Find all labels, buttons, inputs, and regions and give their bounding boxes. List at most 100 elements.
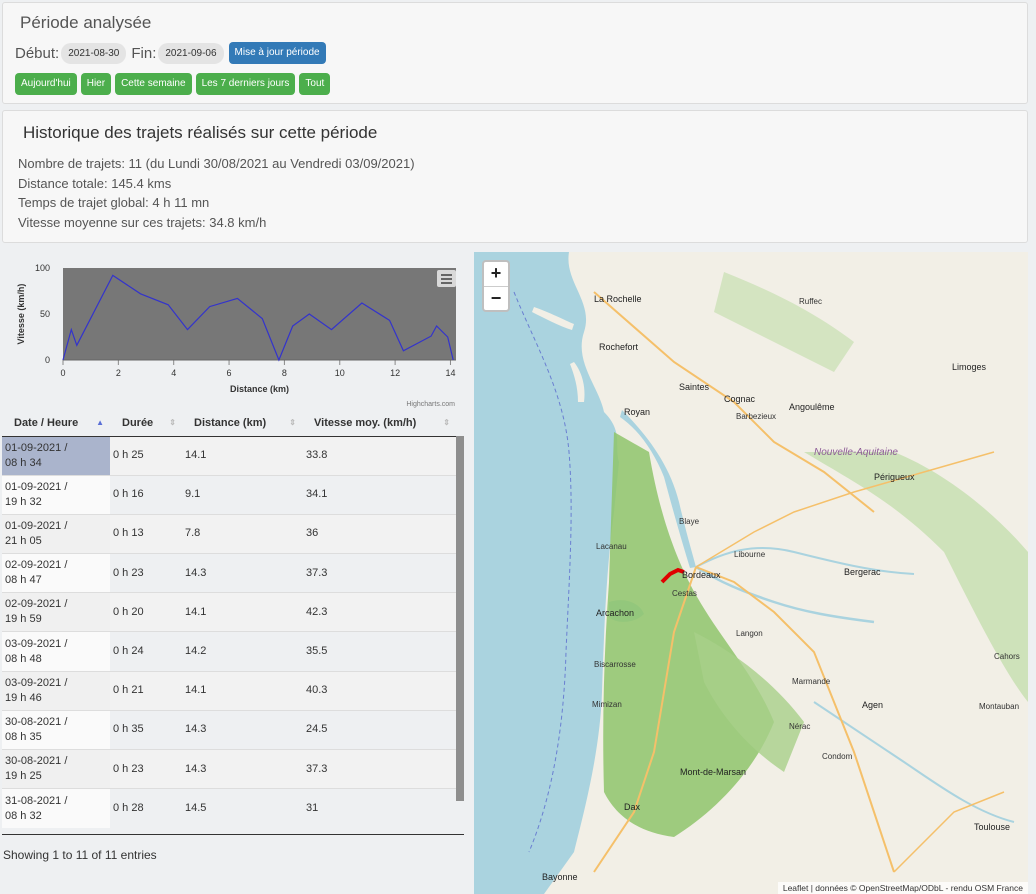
quick-range-buttons: Aujourd'hui Hier Cette semaine Les 7 der… <box>15 73 331 95</box>
cell-line: 7.8 <box>185 527 201 540</box>
today-button[interactable]: Aujourd'hui <box>15 73 77 95</box>
total-distance: Distance totale: 145.4 kms <box>18 175 172 191</box>
table-row[interactable]: 31-08-2021 / 08 h 32 0 h 28 14.5 31 <box>2 788 456 828</box>
cell-speed: 31 <box>302 788 456 828</box>
cell-line: 01-09-2021 / <box>5 480 68 493</box>
cell-line: 0 h 24 <box>113 645 144 658</box>
x-tick-label: 2 <box>116 368 121 378</box>
map-place-label: Blaye <box>679 517 700 526</box>
table-row[interactable]: 03-09-2021 / 08 h 48 0 h 24 14.2 35.5 <box>2 631 456 672</box>
cell-line: 30-08-2021 / <box>5 755 68 768</box>
map-place-label: Cestas <box>672 589 697 598</box>
cell-line: 31-08-2021 / <box>5 794 68 807</box>
cell-line: 9.1 <box>185 488 201 501</box>
zoom-control: + − <box>482 260 510 312</box>
sort-asc-icon: ▲ <box>96 418 104 427</box>
x-tick-label: 14 <box>445 368 455 378</box>
cell-line: 02-09-2021 / <box>5 559 68 572</box>
cell-distance: 14.3 <box>182 709 302 750</box>
cell-line: 0 h 16 <box>113 488 144 501</box>
yesterday-button[interactable]: Hier <box>80 73 112 95</box>
chart-menu-icon[interactable] <box>437 270 456 287</box>
header-speed[interactable]: Vitesse moy. (km/h) ⇕ <box>302 411 456 437</box>
cell-line-2: 19 h 25 <box>5 770 42 783</box>
cell-date: 03-09-2021 / 19 h 46 <box>2 670 110 711</box>
cell-line: 33.8 <box>306 449 328 462</box>
map-place-label: Langon <box>736 629 763 638</box>
map-attribution[interactable]: Leaflet | données © OpenStreetMap/ODbL -… <box>777 882 1028 894</box>
map-place-label: Agen <box>862 700 884 710</box>
cell-speed: 35.5 <box>302 631 456 672</box>
this-week-button[interactable]: Cette semaine <box>115 73 192 95</box>
map-place-label: Royan <box>624 407 651 417</box>
cell-line: 0 h 21 <box>113 684 144 697</box>
table-row[interactable]: 03-09-2021 / 19 h 46 0 h 21 14.1 40.3 <box>2 670 456 711</box>
cell-duration: 0 h 21 <box>110 670 182 711</box>
table-row[interactable]: 01-09-2021 / 21 h 05 0 h 13 7.8 36 <box>2 513 456 554</box>
start-label: Début: <box>15 44 60 62</box>
map[interactable]: La Rochelle Rochefort Royan Saintes Cognac An… <box>474 252 1028 894</box>
last-7-days-button[interactable]: Les 7 derniers jours <box>195 73 296 95</box>
cell-date: 03-09-2021 / 08 h 48 <box>2 631 110 672</box>
map-place-label: Cognac <box>724 394 756 404</box>
map-place-label: Montauban <box>979 702 1020 711</box>
table-row[interactable]: 30-08-2021 / 08 h 35 0 h 35 14.3 24.5 <box>2 709 456 750</box>
cell-line: 14.1 <box>185 605 207 618</box>
cell-line: 14.3 <box>185 723 207 736</box>
zoom-in-button[interactable]: + <box>484 262 508 286</box>
map-place-label: Mimizan <box>592 700 622 709</box>
cell-duration: 0 h 25 <box>110 435 182 476</box>
table-row[interactable]: 01-09-2021 / 19 h 32 0 h 16 9.1 34.1 <box>2 474 456 515</box>
table-row[interactable]: 01-09-2021 / 08 h 34 0 h 25 14.1 33.8 <box>2 435 456 476</box>
cell-line-2: 19 h 59 <box>5 613 42 626</box>
cell-line: 34.1 <box>306 488 328 501</box>
cell-line: 37.3 <box>306 762 328 775</box>
cell-line: 03-09-2021 / <box>5 676 68 689</box>
cell-speed: 37.3 <box>302 748 456 789</box>
map-place-label: Rochefort <box>599 342 639 352</box>
end-date-field[interactable]: 2021-09-06 <box>158 42 224 64</box>
x-tick-label: 8 <box>282 368 287 378</box>
cell-line: 0 h 13 <box>113 527 144 540</box>
cell-duration: 0 h 13 <box>110 513 182 554</box>
start-date-field[interactable]: 2021-08-30 <box>61 42 127 64</box>
all-button[interactable]: Tout <box>299 73 331 95</box>
cell-line-2: 08 h 48 <box>5 652 42 665</box>
cell-line: 0 h 23 <box>113 762 144 775</box>
cell-line: 30-08-2021 / <box>5 715 68 728</box>
cell-speed: 36 <box>302 513 456 554</box>
cell-line: 01-09-2021 / <box>5 519 68 532</box>
map-place-label: Bayonne <box>542 872 578 882</box>
x-tick-label: 6 <box>227 368 232 378</box>
update-period-button[interactable]: Mise à jour période <box>228 42 326 64</box>
table-row[interactable]: 02-09-2021 / 08 h 47 0 h 23 14.3 37.3 <box>2 553 456 593</box>
cell-line: 01-09-2021 / <box>5 441 68 454</box>
zoom-out-button[interactable]: − <box>484 286 508 310</box>
cell-line: 14.3 <box>185 762 207 775</box>
cell-duration: 0 h 23 <box>110 748 182 789</box>
cell-duration: 0 h 20 <box>110 592 182 632</box>
header-date[interactable]: Date / Heure ▲ <box>2 411 110 437</box>
x-tick-label: 0 <box>60 368 65 378</box>
table-row[interactable]: 30-08-2021 / 19 h 25 0 h 23 14.3 37.3 <box>2 748 456 789</box>
header-duration[interactable]: Durée ⇕ <box>110 411 182 437</box>
cell-line-2: 19 h 46 <box>5 691 42 704</box>
sort-icon: ⇕ <box>443 418 450 427</box>
map-place-label: Angoulême <box>789 402 835 412</box>
header-distance[interactable]: Distance (km) ⇕ <box>182 411 302 437</box>
cell-date: 30-08-2021 / 08 h 35 <box>2 709 110 750</box>
map-place-label: Mont-de-Marsan <box>680 767 747 777</box>
chart-credit: Highcharts.com <box>406 401 455 408</box>
cell-speed: 37.3 <box>302 553 456 593</box>
cell-line-2: 08 h 32 <box>5 809 42 822</box>
history-title: Historique des trajets réalisés sur cett… <box>23 123 378 142</box>
cell-date: 02-09-2021 / 19 h 59 <box>2 592 110 632</box>
cell-line: 31 <box>306 802 319 815</box>
table-scrollbar[interactable] <box>456 436 464 801</box>
cell-speed: 34.1 <box>302 474 456 515</box>
map-place-label: Périgueux <box>874 472 915 482</box>
cell-line: 0 h 20 <box>113 605 144 618</box>
table-row[interactable]: 02-09-2021 / 19 h 59 0 h 20 14.1 42.3 <box>2 592 456 632</box>
map-place-label: Nérac <box>789 722 811 731</box>
map-tiles[interactable] <box>474 252 1028 894</box>
